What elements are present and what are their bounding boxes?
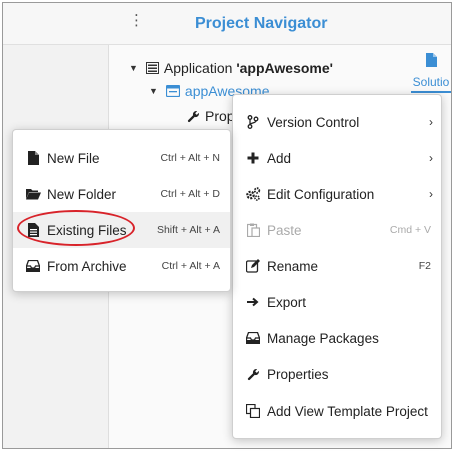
submenu-item-new-file[interactable]: New File Ctrl + Alt + N (13, 140, 230, 176)
chevron-right-icon: › (429, 151, 433, 165)
menu-item-export[interactable]: Export (233, 284, 441, 320)
rename-icon (239, 259, 267, 273)
tree-child-label: Prop (205, 108, 235, 124)
submenu-item-new-folder[interactable]: New Folder Ctrl + Alt + D (13, 176, 230, 212)
plus-icon (239, 152, 267, 164)
application-name: 'appAwesome' (236, 60, 333, 76)
caret-down-icon[interactable]: ▼ (129, 63, 138, 73)
inbox-icon (19, 260, 47, 272)
chevron-right-icon: › (429, 115, 433, 129)
menu-item-edit-configuration[interactable]: Edit Configuration › (233, 176, 441, 212)
add-submenu: New File Ctrl + Alt + N New Folder Ctrl … (12, 129, 231, 292)
more-options-icon[interactable]: ⋮ (129, 13, 144, 28)
copy-icon (239, 404, 267, 418)
submenu-item-existing-files[interactable]: Existing Files Shift + Alt + A (13, 212, 230, 248)
menu-item-rename[interactable]: Rename F2 (233, 248, 441, 284)
package-icon (239, 332, 267, 344)
context-menu: Version Control › Add › Edit Configurati… (232, 94, 442, 439)
branch-icon (239, 115, 267, 129)
tab-solution[interactable]: Solutio (411, 53, 451, 93)
file-icon (19, 151, 47, 165)
wrench-icon (239, 368, 267, 381)
menu-item-paste[interactable]: Paste Cmd + V (233, 212, 441, 248)
document-icon (425, 53, 437, 71)
wrench-icon (187, 110, 200, 123)
panel-header: ⋮ Project Navigator (3, 3, 451, 45)
submenu-item-from-archive[interactable]: From Archive Ctrl + Alt + A (13, 248, 230, 284)
panel-title: Project Navigator (195, 15, 328, 32)
application-prefix: Application (163, 60, 237, 76)
menu-item-version-control[interactable]: Version Control › (233, 104, 441, 140)
tab-solution-label: Solutio (412, 75, 450, 89)
active-tab-indicator (411, 91, 451, 93)
chevron-right-icon: › (429, 187, 433, 201)
file-text-icon (19, 223, 47, 237)
cogs-icon (239, 187, 267, 201)
folder-open-icon (19, 188, 47, 200)
paste-icon (239, 223, 267, 237)
caret-down-icon[interactable]: ▼ (149, 86, 158, 96)
menu-item-add-view-template-project[interactable]: Add View Template Project (233, 393, 441, 429)
project-icon (165, 85, 180, 97)
tree-item-application[interactable]: ▼ Application 'appAwesome' (129, 60, 333, 76)
menu-item-manage-packages[interactable]: Manage Packages (233, 320, 441, 356)
tree-item-properties[interactable]: Prop (187, 108, 235, 124)
export-icon (239, 296, 267, 308)
application-icon (145, 62, 159, 74)
menu-item-properties[interactable]: Properties (233, 356, 441, 392)
menu-item-add[interactable]: Add › (233, 140, 441, 176)
